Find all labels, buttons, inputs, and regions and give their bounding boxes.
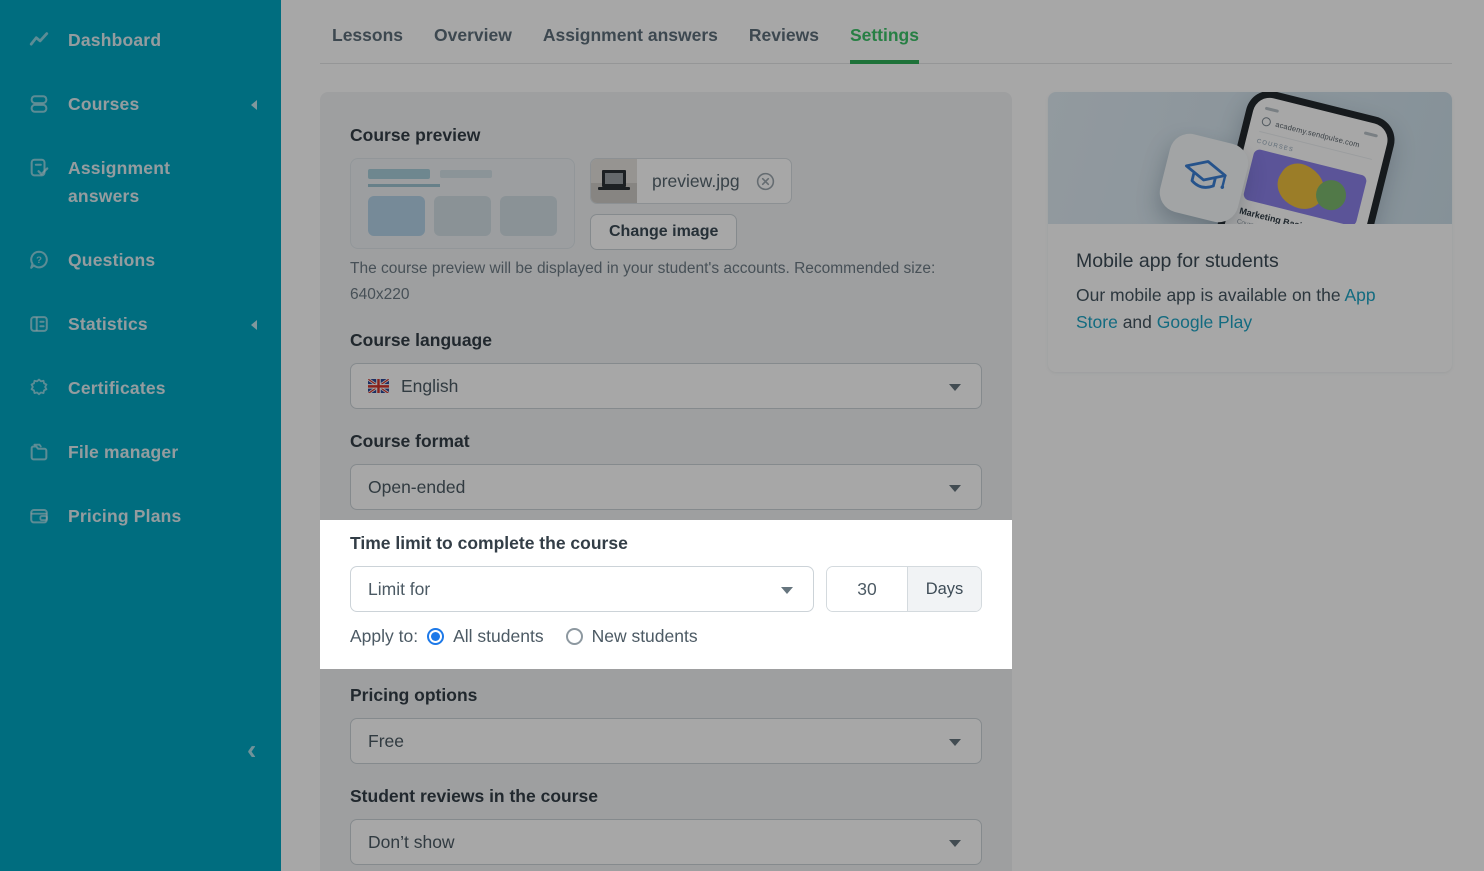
pricing-options-select[interactable]: Free [350,718,982,764]
apply-to-radio-group: Apply to: All students New students [350,626,982,647]
course-format-select[interactable]: Open-ended [350,464,982,510]
sidebar-item-label: Pricing Plans [68,502,181,530]
mock-block [368,196,425,236]
change-image-button[interactable]: Change image [590,214,737,250]
sidebar-item-certificates[interactable]: Certificates [0,374,281,402]
chevron-down-icon [949,840,961,847]
sidebar-item-dashboard[interactable]: Dashboard [0,26,281,54]
tab-assignment-answers[interactable]: Assignment answers [543,25,718,64]
uk-flag-icon [368,379,389,394]
radio-new-students[interactable] [566,628,583,645]
assignment-check-icon [28,157,50,179]
app-promo-image: academy.sendpulse.com COURSES Marketing … [1048,92,1452,224]
student-reviews-value: Don’t show [368,832,455,853]
time-limit-unit: Days [907,567,981,611]
mock-underline [368,184,440,187]
activity-icon [28,29,50,51]
sidebar-item-statistics[interactable]: Statistics [0,310,281,338]
remove-file-icon[interactable] [755,171,776,192]
chevron-down-icon [949,384,961,391]
radio-all-students-label[interactable]: All students [453,626,543,647]
time-limit-label: Time limit to complete the course [350,533,982,554]
sidebar-item-courses[interactable]: Courses [0,90,281,118]
time-limit-value: Limit for [368,579,430,600]
books-icon [28,93,50,115]
sidebar-item-label: Assignment answers [68,154,228,210]
course-format-value: Open-ended [368,477,465,498]
chevron-down-icon [781,587,793,594]
time-limit-amount-group: Days [826,566,982,612]
uploaded-file-chip: preview.jpg [590,158,792,204]
sidebar-item-label: Certificates [68,374,166,402]
sidebar-item-label: File manager [68,438,178,466]
apply-to-label: Apply to: [350,626,418,647]
tab-lessons[interactable]: Lessons [332,25,403,64]
radio-all-students[interactable] [427,628,444,645]
sidebar-item-pricing-plans[interactable]: Pricing Plans [0,502,281,530]
app-text-middle: and [1118,312,1157,332]
tab-overview[interactable]: Overview [434,25,512,64]
radio-new-students-label[interactable]: New students [592,626,698,647]
app-text-before: Our mobile app is available on the [1076,285,1345,305]
sidebar-item-label: Statistics [68,310,148,338]
student-reviews-select[interactable]: Don’t show [350,819,982,865]
submenu-caret-icon [251,320,257,330]
pricing-options-label: Pricing options [350,685,982,706]
google-play-link[interactable]: Google Play [1157,312,1252,332]
tab-reviews[interactable]: Reviews [749,25,819,64]
statistics-icon [28,313,50,335]
file-thumbnail [591,159,637,203]
certificate-seal-icon [28,377,50,399]
chevron-down-icon [949,485,961,492]
course-language-label: Course language [350,330,982,351]
time-limit-amount-input[interactable] [827,567,907,611]
chevron-down-icon [949,739,961,746]
time-limit-select[interactable]: Limit for [350,566,814,612]
folder-icon [28,441,50,463]
course-preview-helper: The course preview will be displayed in … [350,256,966,308]
sidebar-item-label: Questions [68,246,155,274]
sidebar-item-label: Courses [68,90,139,118]
mock-block [434,196,491,236]
course-language-value: English [401,376,458,397]
mobile-app-promo-card: academy.sendpulse.com COURSES Marketing … [1048,92,1452,372]
course-tabs: Lessons Overview Assignment answers Revi… [320,25,1452,64]
question-bubble-icon: ? [28,249,50,271]
main-content: Lessons Overview Assignment answers Revi… [281,0,1484,871]
student-reviews-label: Student reviews in the course [350,786,982,807]
mock-pill [440,170,492,178]
file-name: preview.jpg [652,171,740,192]
tab-settings[interactable]: Settings [850,25,919,64]
svg-text:?: ? [36,255,42,266]
wallet-icon [28,505,50,527]
time-limit-section: Time limit to complete the course Limit … [320,520,1012,669]
course-preview-thumbnail [350,158,575,249]
course-preview-label: Course preview [350,125,982,146]
mock-pill [368,169,430,179]
course-language-select[interactable]: English [350,363,982,409]
mock-block [500,196,557,236]
app-card-title: Mobile app for students [1076,250,1424,273]
submenu-caret-icon [251,100,257,110]
sidebar-collapse-icon[interactable]: ‹ [247,736,256,764]
pricing-options-value: Free [368,731,404,752]
sidebar: Dashboard Courses Assignment answers ? Q… [0,0,281,871]
globe-icon [1261,116,1272,127]
sidebar-item-file-manager[interactable]: File manager [0,438,281,466]
sidebar-item-label: Dashboard [68,26,161,54]
phone-url: academy.sendpulse.com [1274,120,1360,150]
sidebar-item-questions[interactable]: ? Questions [0,246,281,274]
settings-card: Course preview [320,92,1012,871]
course-format-label: Course format [350,431,982,452]
sidebar-item-assignment-answers[interactable]: Assignment answers [0,154,281,210]
app-card-text: Our mobile app is available on the App S… [1076,282,1406,336]
